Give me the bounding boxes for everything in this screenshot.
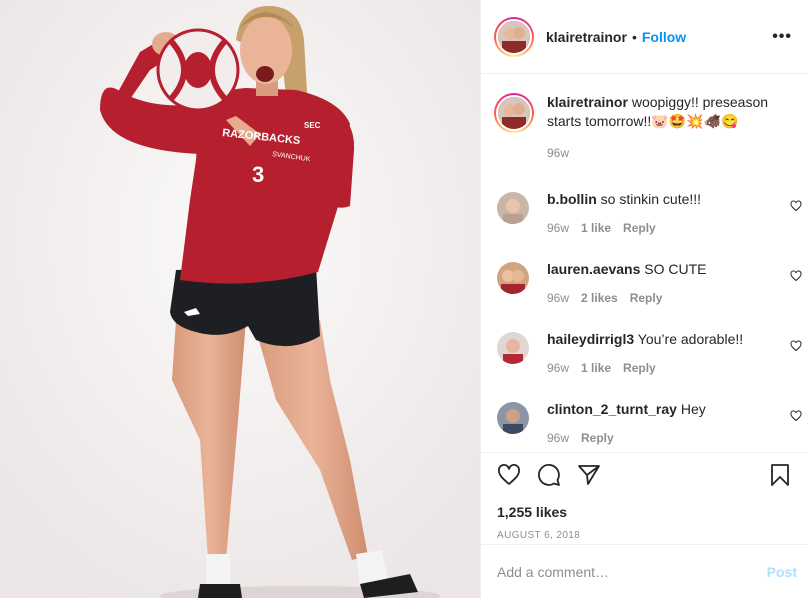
jersey-number: 3: [252, 162, 264, 187]
comment-likes[interactable]: 1 like: [581, 361, 611, 375]
post-photo[interactable]: RAZORBACKS SEC SVANCHUK 3: [0, 0, 480, 598]
like-count[interactable]: 1,255 likes: [497, 504, 792, 520]
comments-list[interactable]: klairetrainor woopiggy!! preseason start…: [481, 74, 808, 452]
reply-button[interactable]: Reply: [623, 361, 656, 375]
avatar-image: [498, 20, 530, 53]
reply-button[interactable]: Reply: [623, 221, 656, 235]
post-actions: 1,255 likes AUGUST 6, 2018: [481, 452, 808, 544]
author-username[interactable]: klairetrainor: [546, 29, 627, 45]
author-avatar[interactable]: [494, 16, 534, 57]
comment-likes[interactable]: 2 likes: [581, 291, 618, 305]
avatar-image: [497, 402, 529, 434]
heart-icon[interactable]: [790, 200, 802, 212]
comment-username[interactable]: clinton_2_turnt_ray: [547, 401, 677, 417]
comment-username[interactable]: haileydirrigl3: [547, 331, 634, 347]
heart-icon[interactable]: [790, 340, 802, 352]
comment-item: b.bollin so stinkin cute!!! 96w 1 like Rep…: [481, 180, 808, 250]
reply-button[interactable]: Reply: [581, 431, 614, 445]
commenter-avatar[interactable]: [497, 332, 529, 364]
caption-avatar[interactable]: [494, 93, 534, 133]
comment-username[interactable]: lauren.aevans: [547, 261, 640, 277]
avatar-image: [497, 332, 529, 364]
comment-item: clinton_2_turnt_ray Hey 96w Reply: [481, 390, 808, 452]
commenter-avatar[interactable]: [497, 262, 529, 294]
comment-text: so stinkin cute!!!: [596, 191, 702, 207]
comment-text: SO CUTE: [640, 261, 707, 277]
jersey-patch: SEC: [304, 121, 321, 130]
heart-icon[interactable]: [790, 270, 802, 282]
post-sidebar: klairetrainor • Follow ••• klairetrainor…: [480, 0, 808, 598]
comment-time[interactable]: 96w: [547, 291, 569, 305]
comment-time[interactable]: 96w: [547, 221, 569, 235]
comment-item: lauren.aevans SO CUTE 96w 2 likes Reply: [481, 250, 808, 320]
follow-button[interactable]: Follow: [642, 29, 686, 45]
comment-input[interactable]: [497, 563, 767, 580]
separator-dot: •: [631, 28, 637, 45]
comment-item: haileydirrigl3 You’re adorable!! 96w 1 li…: [481, 320, 808, 390]
share-icon[interactable]: [577, 463, 601, 487]
heart-icon[interactable]: [790, 410, 802, 422]
volleyball-player-image: RAZORBACKS SEC SVANCHUK 3: [0, 0, 480, 598]
commenter-avatar[interactable]: [497, 402, 529, 434]
avatar-image: [498, 97, 530, 129]
avatar-image: [497, 192, 529, 224]
post-date[interactable]: AUGUST 6, 2018: [497, 530, 792, 541]
avatar-image: [497, 262, 529, 294]
post-caption: klairetrainor woopiggy!! preseason start…: [481, 74, 808, 180]
comment-username[interactable]: b.bollin: [547, 191, 597, 207]
heart-icon[interactable]: [497, 463, 521, 487]
bookmark-icon[interactable]: [768, 463, 792, 487]
reply-button[interactable]: Reply: [630, 291, 663, 305]
post-button[interactable]: Post: [767, 564, 797, 580]
comment-time[interactable]: 96w: [547, 361, 569, 375]
post-header: klairetrainor • Follow •••: [481, 0, 808, 74]
caption-username[interactable]: klairetrainor: [547, 94, 628, 110]
comment-icon[interactable]: [537, 463, 561, 487]
comment-likes[interactable]: 1 like: [581, 221, 611, 235]
comment-text: You’re adorable!!: [634, 331, 744, 347]
add-comment-bar: Post: [481, 544, 808, 598]
comment-text: Hey: [676, 401, 706, 417]
more-options-icon[interactable]: •••: [772, 28, 792, 46]
caption-time[interactable]: 96w: [547, 146, 569, 160]
comment-time[interactable]: 96w: [547, 431, 569, 445]
commenter-avatar[interactable]: [497, 192, 529, 224]
